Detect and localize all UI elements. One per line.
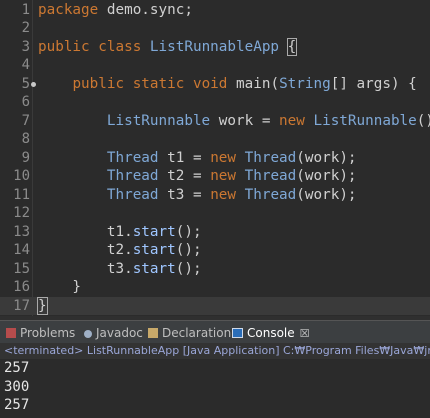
tab-console-label: Console xyxy=(247,326,295,340)
code-line[interactable]: 16 } xyxy=(0,278,430,297)
code-text: t2.start(); xyxy=(38,242,202,258)
tab-problems[interactable]: Problems xyxy=(6,324,75,342)
close-icon[interactable]: ☒ xyxy=(300,325,310,343)
console-line: 257 xyxy=(4,397,30,413)
code-editor[interactable]: 1 package demo.sync; 2 3 public class ListRu… xyxy=(0,0,430,316)
problems-icon xyxy=(6,328,16,338)
override-marker-icon xyxy=(31,81,36,87)
line-number: 14 xyxy=(13,242,30,258)
code-line[interactable]: 8 xyxy=(0,130,430,149)
tab-declaration-label: Declaration xyxy=(162,326,232,340)
tab-declaration[interactable]: Declaration xyxy=(148,324,231,342)
line-number: 1 xyxy=(21,1,30,18)
line-number: 7 xyxy=(21,112,30,129)
console-line: 300 xyxy=(4,378,30,395)
line-number: 6 xyxy=(21,94,30,110)
line-number: 9 xyxy=(21,149,30,166)
line-number: 12 xyxy=(13,205,30,221)
code-text: t3.start(); xyxy=(38,260,202,277)
code-line[interactable]: 1 package demo.sync; xyxy=(0,1,430,20)
tab-javadoc-label: Javadoc xyxy=(96,326,143,340)
code-line[interactable]: 4 xyxy=(0,56,430,75)
code-line[interactable]: 6 xyxy=(0,93,430,112)
code-text: ListRunnable work = new ListRunnable(); xyxy=(106,112,430,129)
console-status: <terminated> ListRunnableApp [Java Appli… xyxy=(0,343,430,359)
console-line: 257 xyxy=(4,360,30,376)
console-icon xyxy=(232,328,243,338)
panel-tab-bar: Problems Javadoc Declaration Console ☒ xyxy=(0,320,430,343)
code-line[interactable]: 15 t3.start(); xyxy=(0,260,430,279)
line-number: 16 xyxy=(13,279,30,295)
code-text: package demo.sync; xyxy=(38,1,193,18)
console-output: 257 300 257 xyxy=(0,359,430,418)
code-line[interactable]: 2 xyxy=(0,19,430,38)
line-number: 10 xyxy=(13,168,30,184)
code-line[interactable]: 17} xyxy=(0,296,430,315)
code-line[interactable]: 14 t2.start(); xyxy=(0,241,430,260)
line-number: 8 xyxy=(21,131,30,147)
code-text: public class ListRunnableApp { xyxy=(38,37,298,56)
code-line[interactable]: 10 Thread t2 = new Thread(work); xyxy=(0,167,430,186)
tab-problems-label: Problems xyxy=(20,326,76,340)
line-number: 17 xyxy=(13,297,30,314)
tab-console[interactable]: Console ☒ xyxy=(232,324,310,342)
code-text: public static void main(String[] args) { xyxy=(72,75,417,92)
code-line[interactable]: 3 public class ListRunnableApp { xyxy=(0,37,430,57)
code-line[interactable]: 12 xyxy=(0,204,430,223)
line-number: 2 xyxy=(21,20,30,36)
line-number: 4 xyxy=(21,57,30,73)
code-text: t1.start(); xyxy=(38,223,202,240)
tab-javadoc[interactable]: Javadoc xyxy=(84,324,143,342)
code-text: Thread t2 = new Thread(work); xyxy=(106,168,357,184)
line-number: 13 xyxy=(13,223,30,240)
line-number: 5 xyxy=(21,75,30,92)
code-line[interactable]: 9 Thread t1 = new Thread(work); xyxy=(0,149,430,168)
line-number: 15 xyxy=(13,260,30,277)
code-line[interactable]: 13 t1.start(); xyxy=(0,223,430,242)
code-line[interactable]: 7 ListRunnable work = new ListRunnable()… xyxy=(0,112,430,131)
declaration-icon xyxy=(148,328,158,338)
code-text: Thread t3 = new Thread(work); xyxy=(106,186,357,203)
code-text: } xyxy=(37,296,48,315)
code-line[interactable]: 5 public static void main(String[] args)… xyxy=(0,75,430,94)
javadoc-icon xyxy=(84,330,92,338)
line-number: 3 xyxy=(21,38,30,55)
code-text: Thread t1 = new Thread(work); xyxy=(106,149,357,166)
line-number: 11 xyxy=(13,186,30,203)
code-line[interactable]: 11 Thread t3 = new Thread(work); xyxy=(0,186,430,205)
code-text: } xyxy=(38,279,82,295)
